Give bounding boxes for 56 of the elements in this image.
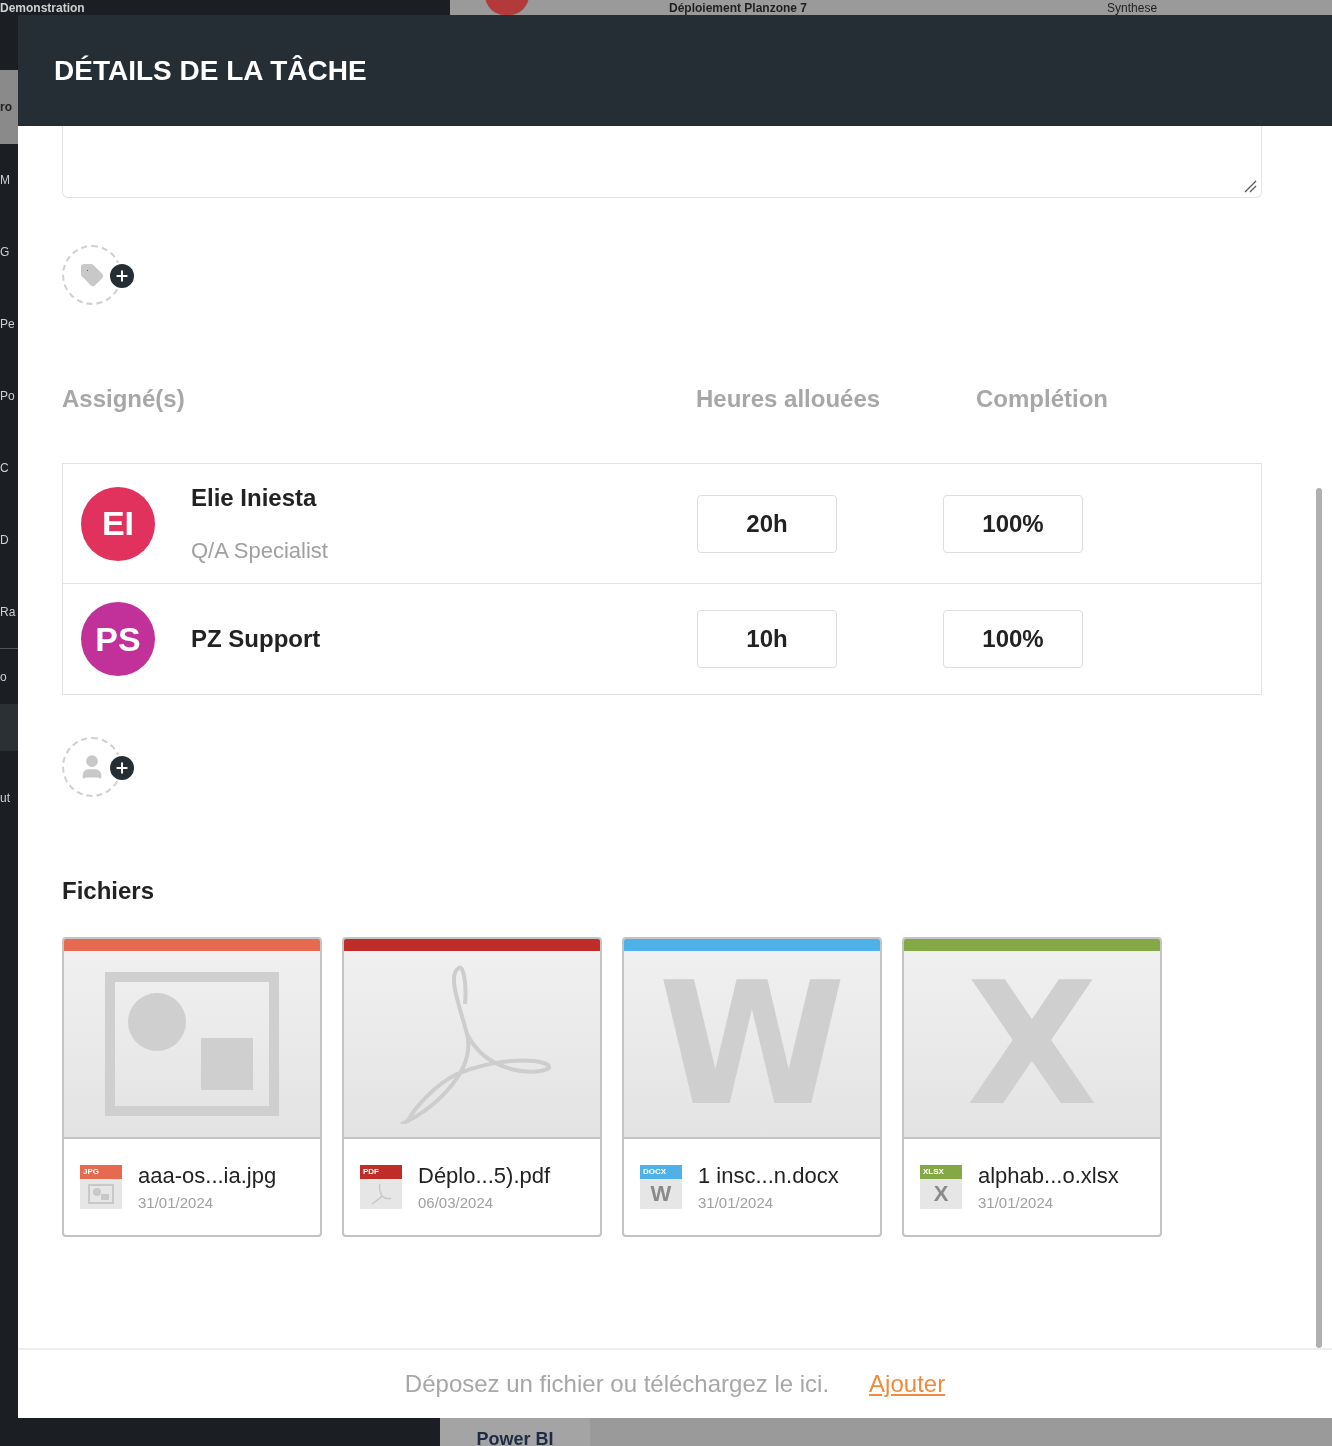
file-type-label: JPG <box>83 1168 99 1176</box>
scrollbar-thumb[interactable] <box>1316 488 1322 1348</box>
file-date: 31/01/2024 <box>698 1193 775 1214</box>
file-name: aaa-os...ia.jpg <box>138 1162 277 1191</box>
sidebar-selected-item[interactable]: ro <box>0 70 18 144</box>
pdf-mini-icon <box>369 1183 393 1205</box>
assignee-name: Elie Iniesta <box>191 483 318 513</box>
project-title: Déploiement Planzone 7 <box>669 2 808 15</box>
sidebar-highlight <box>0 704 18 751</box>
assignee-role: Q/A Specialist <box>191 537 329 565</box>
file-card[interactable]: JPG aaa-os...ia.jpg 31/01/2024 <box>62 937 322 1237</box>
plus-icon <box>108 754 136 782</box>
hours-field[interactable]: 20h <box>697 494 837 553</box>
description-field[interactable] <box>62 126 1262 198</box>
completion-field[interactable]: 100% <box>943 610 1083 668</box>
tag-icon <box>80 263 104 287</box>
column-header: Heures allouées <box>696 384 882 414</box>
drop-hint: Déposez un fichier ou téléchargez le ici. <box>404 1369 830 1399</box>
image-mini-icon <box>88 1184 114 1204</box>
file-name: alphab...o.xlsx <box>978 1162 1119 1191</box>
file-type-letter: X <box>933 1183 949 1205</box>
sidebar-label[interactable]: Po <box>0 390 15 402</box>
file-card[interactable]: PDF Déplo...5).pdf 06/03/2024 <box>342 937 602 1237</box>
file-name: 1 insc...n.docx <box>698 1162 839 1191</box>
file-date: 06/03/2024 <box>418 1193 495 1214</box>
sidebar-label[interactable]: ut <box>0 792 10 804</box>
sidebar-label[interactable]: Ra <box>0 606 16 618</box>
sidebar-label: ro <box>0 101 12 113</box>
plus-icon <box>108 262 136 290</box>
resize-handle-icon <box>1243 179 1257 193</box>
files-heading: Fichiers <box>62 876 156 906</box>
sidebar-label[interactable]: C <box>0 462 9 474</box>
sidebar-label[interactable]: G <box>0 246 10 258</box>
dialog-title: DÉTAILS DE LA TÂCHE <box>54 53 367 88</box>
sidebar-label[interactable]: M <box>0 174 10 186</box>
file-date: 31/01/2024 <box>138 1193 215 1214</box>
file-type-label: DOCX <box>643 1168 667 1176</box>
sidebar-label[interactable]: Pe <box>0 318 15 330</box>
avatar-initials: PS <box>95 618 141 660</box>
assignee-name: PZ Support <box>191 624 322 654</box>
column-header: Complétion <box>976 384 1108 414</box>
sidebar-label[interactable]: o <box>0 670 7 683</box>
file-type-label: PDF <box>363 1168 379 1176</box>
hours-field[interactable]: 10h <box>697 610 837 668</box>
file-type-label: XLSX <box>923 1168 944 1176</box>
sidebar-label[interactable]: D <box>0 534 9 546</box>
column-header: Assigné(s) <box>62 384 186 414</box>
file-date: 31/01/2024 <box>978 1193 1055 1214</box>
completion-field[interactable]: 100% <box>943 494 1083 553</box>
image-file-icon <box>105 972 279 1116</box>
bottom-tab[interactable]: Power BI <box>440 1418 590 1446</box>
avatar-initials: EI <box>101 503 135 544</box>
view-title: Synthese <box>1107 2 1158 15</box>
file-type-letter: W <box>650 1183 672 1205</box>
file-name: Déplo...5).pdf <box>418 1162 551 1191</box>
workspace-title: Demonstration <box>0 2 85 15</box>
